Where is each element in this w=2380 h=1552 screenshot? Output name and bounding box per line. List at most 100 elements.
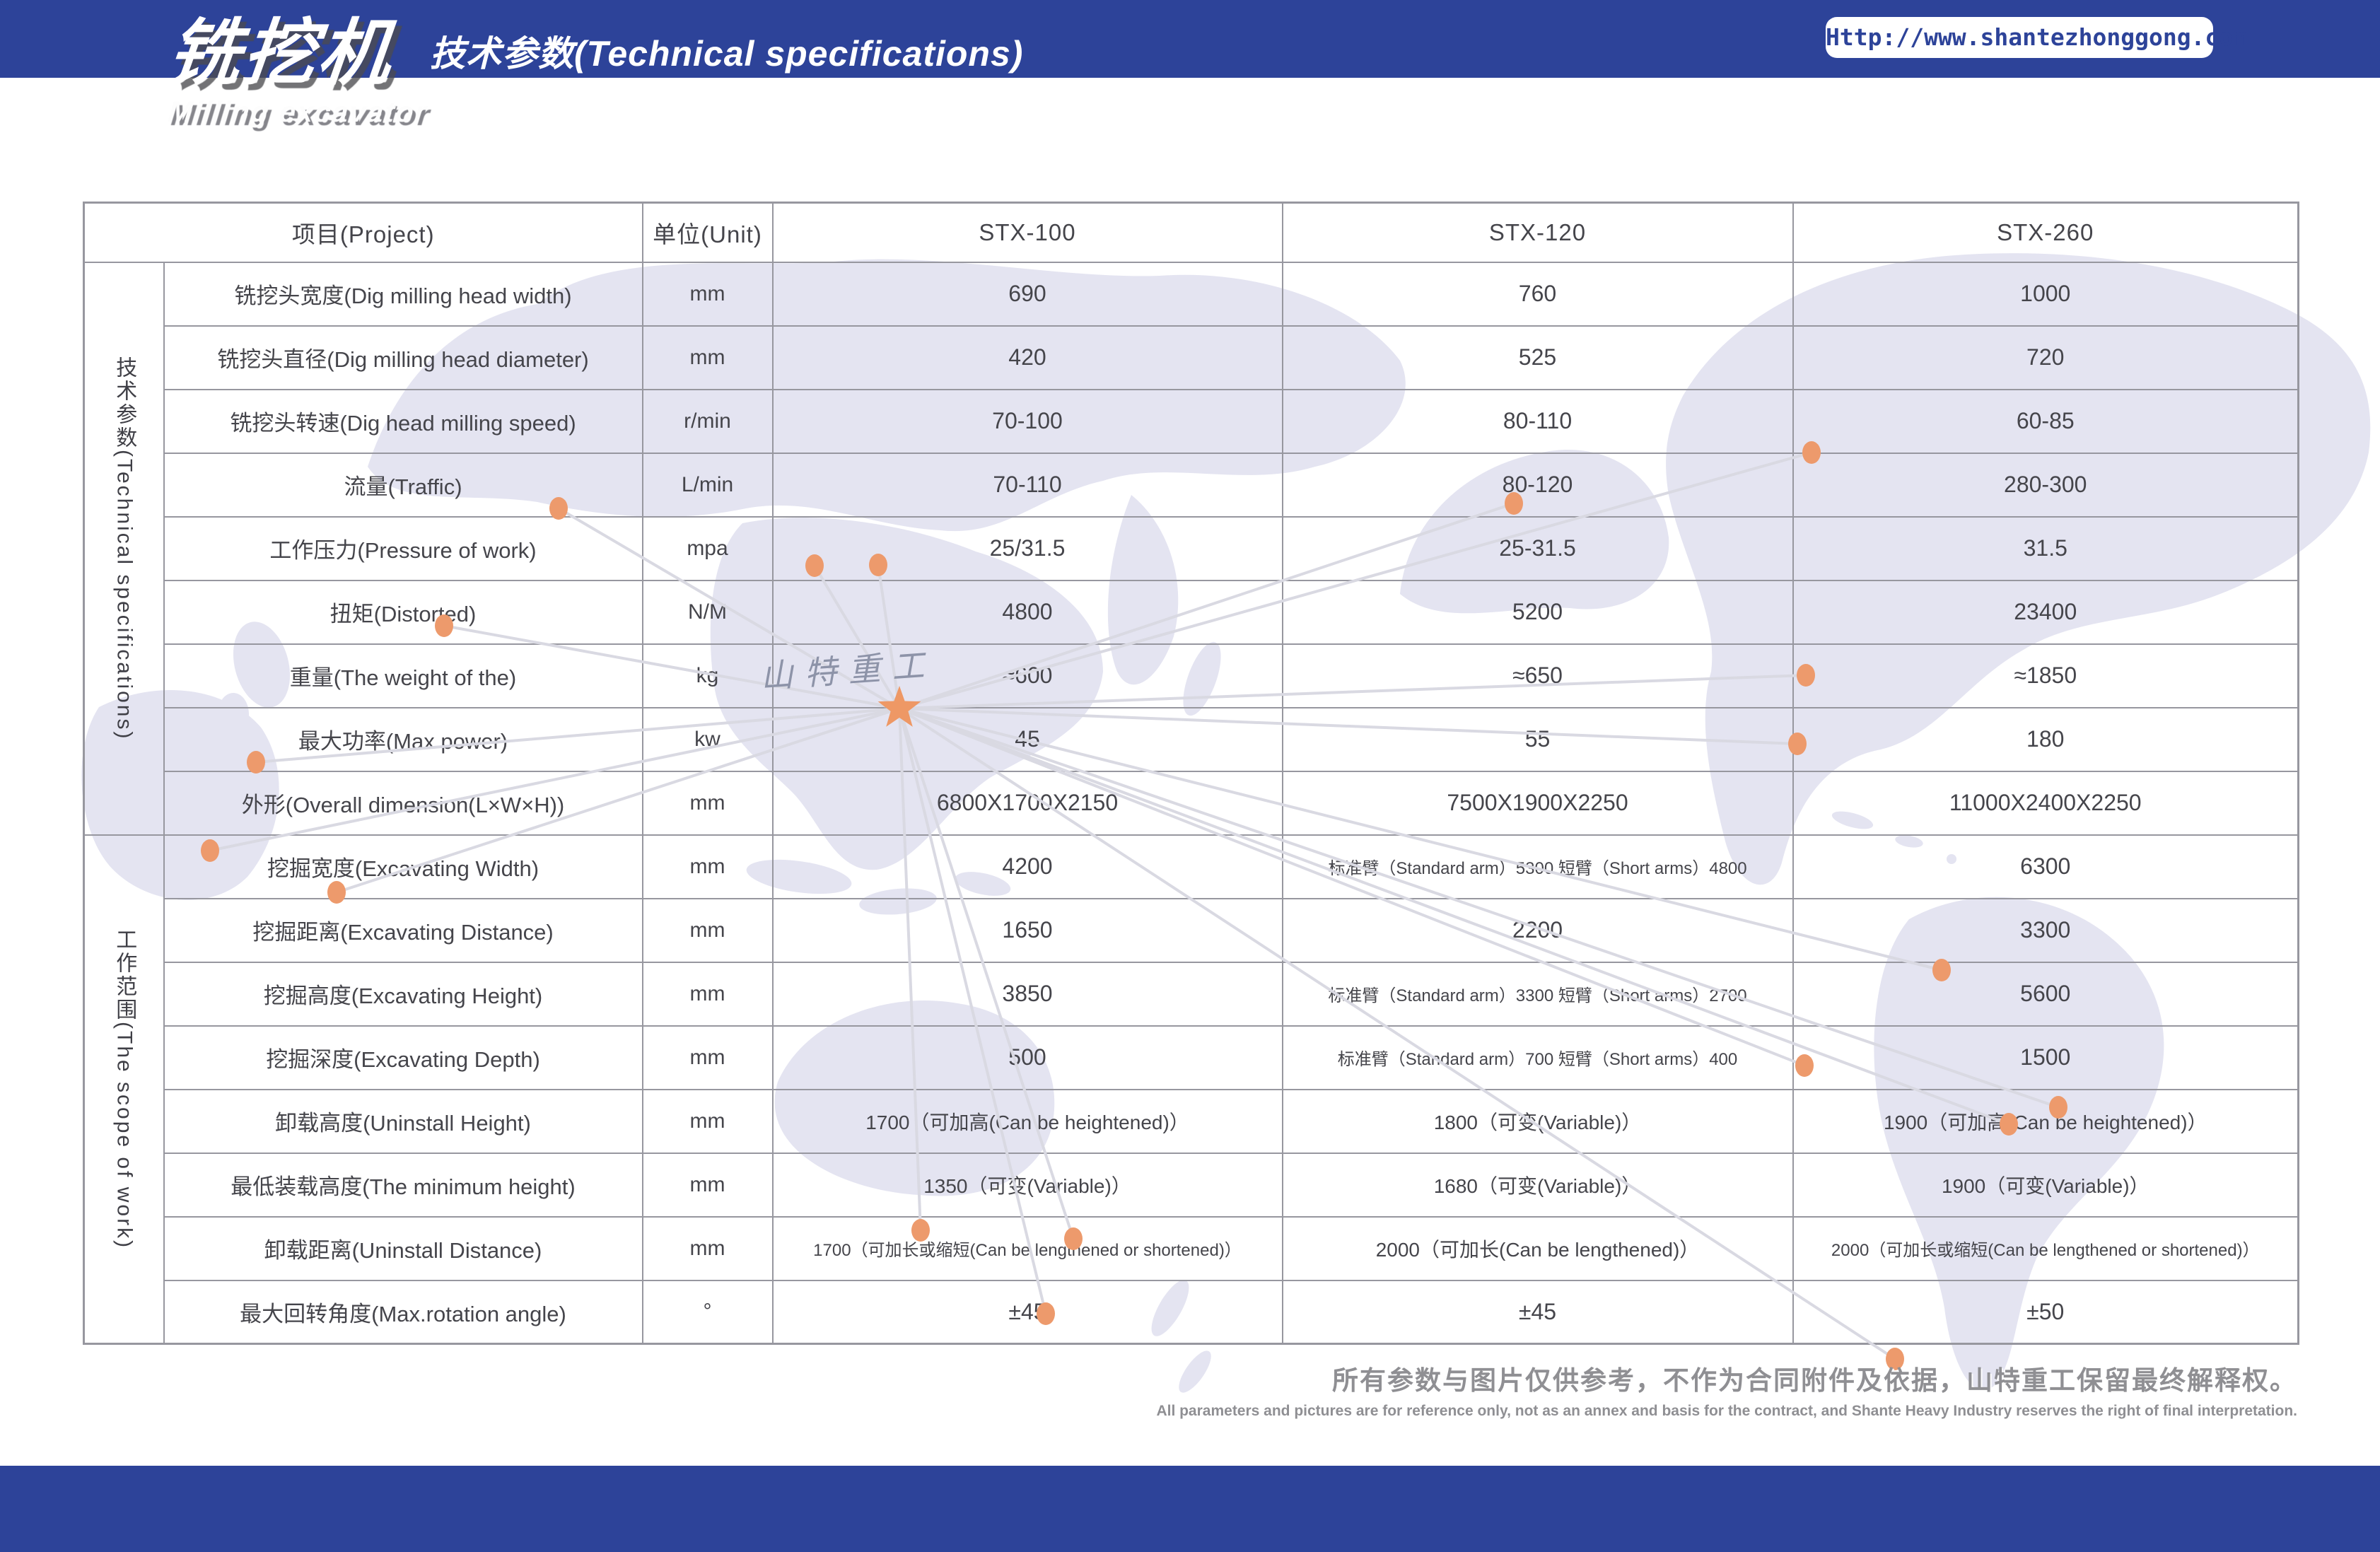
row-group-label: 技术参数(Technical specifications) [84,262,164,835]
row-label: 最低装载高度(The minimum height) [164,1153,643,1217]
spec-row: 最低装载高度(The minimum height)mm1350（可变(Vari… [84,1153,2299,1217]
value-cell: 1900（可加高(Can be heightened)） [1793,1090,2299,1153]
value-cell: ≈1850 [1793,644,2299,708]
spec-row: 挖掘距离(Excavating Distance)mm165022003300 [84,899,2299,962]
row-label: 卸载距离(Uninstall Distance) [164,1217,643,1280]
footer-bar [0,1466,2380,1552]
unit-cell: mm [643,835,773,899]
value-cell: ±45 [773,1280,1283,1344]
value-cell: 4800 [773,580,1283,644]
value-cell: 31.5 [1793,517,2299,580]
spec-row: 挖掘深度(Excavating Depth)mm500标准臂（Standard … [84,1026,2299,1090]
value-cell: 1800（可变(Variable)） [1283,1090,1793,1153]
unit-cell: mm [643,1153,773,1217]
spec-row: 挖掘高度(Excavating Height)mm3850标准臂（Standar… [84,962,2299,1026]
col-header-unit: 单位(Unit) [643,203,773,262]
spec-row: 铣挖头转速(Dig head milling speed)r/min70-100… [84,390,2299,453]
col-header-stx120: STX-120 [1283,203,1793,262]
disclaimer: 所有参数与图片仅供参考，不作为合同附件及依据，山特重工保留最终解释权。 All … [1156,1359,2297,1420]
row-label: 最大功率(Max power) [164,708,643,771]
unit-cell: mm [643,899,773,962]
unit-cell: kw [643,708,773,771]
value-cell: 60-85 [1793,390,2299,453]
unit-cell: mm [643,962,773,1026]
disclaimer-en: All parameters and pictures are for refe… [1156,1403,2297,1420]
value-cell: 70-100 [773,390,1283,453]
spec-row: 工作范围(The scope of work)挖掘宽度(Excavating W… [84,835,2299,899]
value-cell: 2000（可加长或缩短(Can be lengthened or shorten… [1793,1217,2299,1280]
value-cell: 760 [1283,262,1793,326]
value-cell: ≈650 [1283,644,1793,708]
spec-table: 项目(Project) 单位(Unit) STX-100 STX-120 STX… [83,202,2299,1345]
value-cell: 1000 [1793,262,2299,326]
value-cell: 7500X1900X2250 [1283,771,1793,835]
spec-row: 卸载距离(Uninstall Distance)mm1700（可加长或缩短(Ca… [84,1217,2299,1280]
value-cell: 1900（可变(Variable)） [1793,1153,2299,1217]
brand-logo-cn: 铣挖机 [164,16,431,91]
value-cell: 6800X1700X2150 [773,771,1283,835]
unit-cell: mm [643,771,773,835]
value-cell: 3300 [1793,899,2299,962]
unit-cell: mm [643,1217,773,1280]
table-header-row: 项目(Project) 单位(Unit) STX-100 STX-120 STX… [84,203,2299,262]
value-cell: 720 [1793,326,2299,390]
value-cell: 标准臂（Standard arm）3300 短臂（Short arms）2700 [1283,962,1793,1026]
row-label: 卸载高度(Uninstall Height) [164,1090,643,1153]
value-cell: 500 [773,1026,1283,1090]
row-label: 挖掘宽度(Excavating Width) [164,835,643,899]
value-cell: 标准臂（Standard arm）700 短臂（Short arms）400 [1283,1026,1793,1090]
unit-cell: L/min [643,453,773,517]
value-cell: 标准臂（Standard arm）5300 短臂（Short arms）4800 [1283,835,1793,899]
value-cell: ±50 [1793,1280,2299,1344]
spec-row: 铣挖头直径(Dig milling head diameter)mm420525… [84,326,2299,390]
spec-row: 最大功率(Max power)kw4555180 [84,708,2299,771]
value-cell: 4200 [773,835,1283,899]
row-label: 外形(Overall dimension(L×W×H)) [164,771,643,835]
value-cell: 1700（可加高(Can be heightened)） [773,1090,1283,1153]
value-cell: 25-31.5 [1283,517,1793,580]
value-cell: 23400 [1793,580,2299,644]
value-cell: 1500 [1793,1026,2299,1090]
row-label: 最大回转角度(Max.rotation angle) [164,1280,643,1344]
unit-cell: ° [643,1280,773,1344]
col-header-stx260: STX-260 [1793,203,2299,262]
row-label: 流量(Traffic) [164,453,643,517]
spec-row: 扭矩(Distorted)N/M4800520023400 [84,580,2299,644]
value-cell: 690 [773,262,1283,326]
spec-row: 技术参数(Technical specifications)铣挖头宽度(Dig … [84,262,2299,326]
value-cell: 1700（可加长或缩短(Can be lengthened or shorten… [773,1217,1283,1280]
unit-cell: N/M [643,580,773,644]
value-cell: 80-120 [1283,453,1793,517]
row-label: 挖掘距离(Excavating Distance) [164,899,643,962]
value-cell: 280-300 [1793,453,2299,517]
row-label: 铣挖头直径(Dig milling head diameter) [164,326,643,390]
website-link[interactable]: Http://www.shantezhonggong.com [1826,17,2213,58]
row-label: 铣挖头宽度(Dig milling head width) [164,262,643,326]
value-cell: 70-110 [773,453,1283,517]
row-label: 挖掘高度(Excavating Height) [164,962,643,1026]
col-header-project: 项目(Project) [84,203,643,262]
brand-logo-en: Milling excavator [167,95,430,129]
value-cell: 1650 [773,899,1283,962]
value-cell: 11000X2400X2250 [1793,771,2299,835]
row-label: 铣挖头转速(Dig head milling speed) [164,390,643,453]
value-cell: 5600 [1793,962,2299,1026]
unit-cell: mpa [643,517,773,580]
value-cell: 180 [1793,708,2299,771]
value-cell: 2200 [1283,899,1793,962]
unit-cell: mm [643,326,773,390]
value-cell: 25/31.5 [773,517,1283,580]
unit-cell: mm [643,262,773,326]
spec-row: 流量(Traffic)L/min70-11080-120280-300 [84,453,2299,517]
value-cell: 6300 [1793,835,2299,899]
value-cell: ≈600 [773,644,1283,708]
value-cell: 525 [1283,326,1793,390]
value-cell: 80-110 [1283,390,1793,453]
row-label: 扭矩(Distorted) [164,580,643,644]
value-cell: ±45 [1283,1280,1793,1344]
spec-row: 重量(The weight of the)kg≈600≈650≈1850 [84,644,2299,708]
row-label: 挖掘深度(Excavating Depth) [164,1026,643,1090]
value-cell: 1680（可变(Variable)） [1283,1153,1793,1217]
col-header-stx100: STX-100 [773,203,1283,262]
value-cell: 45 [773,708,1283,771]
